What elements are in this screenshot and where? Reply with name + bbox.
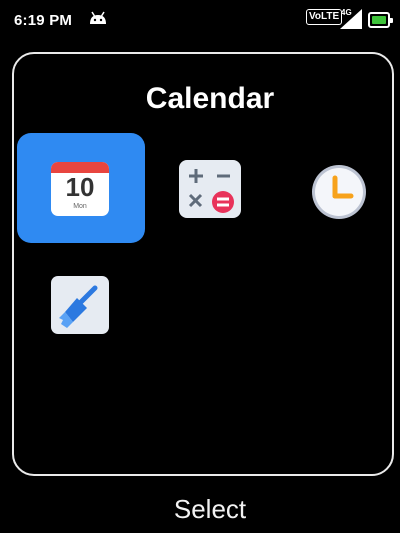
calendar-date-number: 10: [65, 172, 95, 202]
network-type: 4G: [341, 8, 352, 17]
folder-title: Calendar: [145, 82, 275, 115]
android-icon: [88, 11, 108, 30]
calculator-icon[interactable]: [179, 160, 241, 218]
signal-icon: 4G: [338, 6, 364, 35]
clock-icon[interactable]: [308, 162, 370, 220]
cleaner-broom-icon[interactable]: [51, 276, 109, 334]
calendar-icon[interactable]: 10 Mon: [51, 162, 109, 216]
softkey-select[interactable]: Select: [0, 494, 400, 525]
battery-icon: [368, 12, 393, 28]
status-time: 6:19 PM: [14, 12, 73, 29]
volte-badge: VoLTE: [306, 9, 343, 25]
status-bar: 6:19 PM VoLTE 4G: [0, 0, 400, 36]
calendar-day-label: Mon: [73, 203, 87, 210]
